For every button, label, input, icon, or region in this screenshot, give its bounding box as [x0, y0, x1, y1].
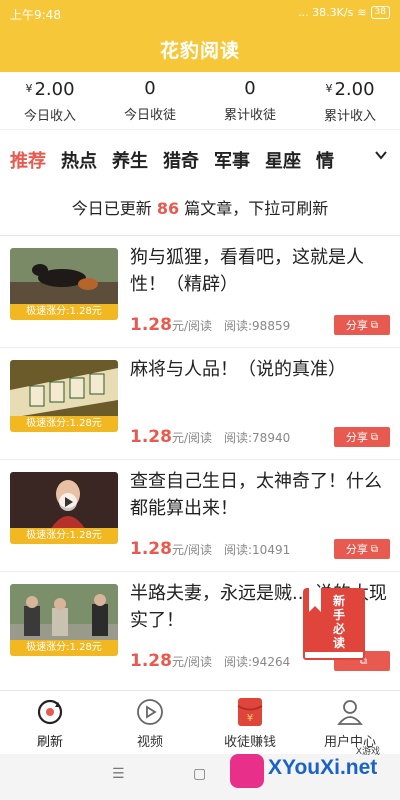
read-count: 阅读:10491 — [224, 543, 291, 557]
stat-value: 2.00 — [334, 79, 375, 100]
stat-label: 累计收入 — [323, 109, 376, 124]
tab-curiosity[interactable]: 猎奇 — [163, 147, 199, 173]
notice-count: 86 — [156, 199, 180, 218]
refresh-icon — [35, 697, 65, 727]
nav-video[interactable]: 视频 — [100, 691, 200, 754]
tab-emotion[interactable]: 情 — [316, 147, 334, 173]
nav-label: 刷新 — [36, 735, 63, 750]
stat-label: 今日收徒 — [123, 108, 176, 123]
network-speed: ... 38.3K/s — [298, 6, 354, 19]
newbie-guide-label: 新手 必读 — [331, 594, 347, 650]
earnings-summary: ¥2.00 今日收入 0 今日收徒 0 累计收徒 ¥2.00 累计收入 — [0, 72, 400, 130]
user-icon — [335, 697, 365, 727]
category-tabs: 推荐 热点 养生 猎奇 军事 星座 情 — [0, 140, 400, 180]
battery-icon: 38 — [370, 6, 390, 19]
stat-value: 2.00 — [34, 79, 75, 100]
price-unit: 元/阅读 — [171, 431, 212, 445]
stat-label: 今日收入 — [23, 109, 76, 124]
watermark-logo-icon — [230, 754, 264, 788]
top-bar: 上午9:48 ... 38.3K/s ≋ 38 花豹阅读 — [0, 0, 400, 72]
article-title[interactable]: 狗与狐狸，看看吧，这就是人性！（精辟） — [130, 244, 390, 298]
chevron-down-icon[interactable] — [368, 143, 394, 173]
svg-text:¥: ¥ — [247, 713, 253, 724]
article-meta: 1.28 元/阅读 阅读:10491 — [130, 539, 290, 559]
share-button[interactable]: 分享 ⧉ — [334, 315, 390, 335]
notice-before: 今日已更新 — [71, 199, 152, 218]
speed-badge: 极速涨分:1.28元 — [10, 304, 118, 320]
speed-badge: 极速涨分:1.28元 — [10, 416, 118, 432]
price-unit: 元/阅读 — [171, 655, 212, 669]
newbie-guide-line1: 新手 — [332, 594, 345, 622]
article-meta: 1.28 元/阅读 阅读:78940 — [130, 427, 290, 447]
home-icon[interactable]: ▢ — [193, 766, 206, 782]
share-button[interactable]: 分享 ⧉ — [334, 427, 390, 447]
stat-value: 0 — [144, 78, 156, 99]
tab-recommend[interactable]: 推荐 — [10, 147, 46, 173]
price-per-read: 1.28 — [130, 651, 172, 671]
tab-military[interactable]: 军事 — [214, 147, 250, 173]
list-item[interactable]: 极速涨分:1.28元 查查自己生日，太神奇了！什么都能算出来！ 1.28 元/阅… — [0, 459, 400, 571]
update-notice: 今日已更新 86 篇文章，下拉可刷新 — [0, 195, 400, 219]
stat-total-disciples[interactable]: 0 累计收徒 — [200, 72, 300, 129]
article-thumbnail: 极速涨分:1.28元 — [10, 472, 118, 544]
speed-badge: 极速涨分:1.28元 — [10, 640, 118, 656]
article-meta: 1.28 元/阅读 阅读:94264 — [130, 651, 290, 671]
newbie-guide-book-icon[interactable]: 新手 必读 — [303, 588, 365, 664]
newbie-guide-line2: 必读 — [332, 622, 345, 650]
article-title[interactable]: 麻将与人品！（说的真准） — [130, 356, 390, 383]
article-meta: 1.28 元/阅读 阅读:98859 — [130, 315, 290, 335]
list-item[interactable]: 极速涨分:1.28元 麻将与人品！（说的真准） 1.28 元/阅读 阅读:789… — [0, 347, 400, 459]
stat-today-disciples[interactable]: 0 今日收徒 — [100, 72, 200, 129]
article-title[interactable]: 查查自己生日，太神奇了！什么都能算出来！ — [130, 468, 390, 522]
article-thumbnail: 极速涨分:1.28元 — [10, 584, 118, 656]
price-per-read: 1.28 — [130, 539, 172, 559]
red-envelope-icon: ¥ — [235, 697, 265, 727]
nav-refresh[interactable]: 刷新 — [0, 691, 100, 754]
stat-total-income[interactable]: ¥2.00 累计收入 — [300, 72, 400, 129]
currency-symbol: ¥ — [25, 82, 33, 95]
book-pages — [303, 652, 365, 660]
share-icon: ⧉ — [370, 543, 379, 555]
status-time: 上午9:48 — [10, 8, 61, 22]
nav-label: 视频 — [136, 735, 163, 750]
stat-label: 累计收徒 — [223, 108, 276, 123]
status-indicators: ... 38.3K/s ≋ 38 — [298, 6, 390, 19]
watermark-text: XYouXi.net — [268, 756, 378, 779]
price-unit: 元/阅读 — [171, 543, 212, 557]
notice-after: 篇文章，下拉可刷新 — [184, 199, 329, 218]
share-icon: ⧉ — [370, 431, 379, 443]
tab-horoscope[interactable]: 星座 — [265, 147, 301, 173]
read-count: 阅读:98859 — [224, 319, 291, 333]
menu-icon[interactable]: ☰ — [112, 766, 125, 782]
wifi-icon: ≋ — [357, 6, 367, 19]
read-count: 阅读:94264 — [224, 655, 291, 669]
currency-symbol: ¥ — [325, 82, 333, 95]
stat-today-income[interactable]: ¥2.00 今日收入 — [0, 72, 100, 129]
tab-health[interactable]: 养生 — [112, 147, 148, 173]
share-button[interactable]: 分享 ⧉ — [334, 539, 390, 559]
play-icon — [135, 697, 165, 727]
share-label: 分享 — [345, 431, 368, 444]
article-thumbnail: 极速涨分:1.28元 — [10, 360, 118, 432]
article-thumbnail: 极速涨分:1.28元 — [10, 248, 118, 320]
share-icon: ⧉ — [370, 319, 379, 331]
site-watermark: X游戏 XYouXi.net — [226, 744, 394, 796]
tab-hot[interactable]: 热点 — [61, 147, 97, 173]
price-per-read: 1.28 — [130, 427, 172, 447]
share-label: 分享 — [345, 543, 368, 556]
price-unit: 元/阅读 — [171, 319, 212, 333]
price-per-read: 1.28 — [130, 315, 172, 335]
stat-value: 0 — [244, 78, 256, 99]
list-item[interactable]: 极速涨分:1.28元 狗与狐狸，看看吧，这就是人性！（精辟） 1.28 元/阅读… — [0, 235, 400, 347]
share-label: 分享 — [345, 319, 368, 332]
speed-badge: 极速涨分:1.28元 — [10, 528, 118, 544]
app-title: 花豹阅读 — [159, 40, 240, 62]
read-count: 阅读:78940 — [224, 431, 291, 445]
